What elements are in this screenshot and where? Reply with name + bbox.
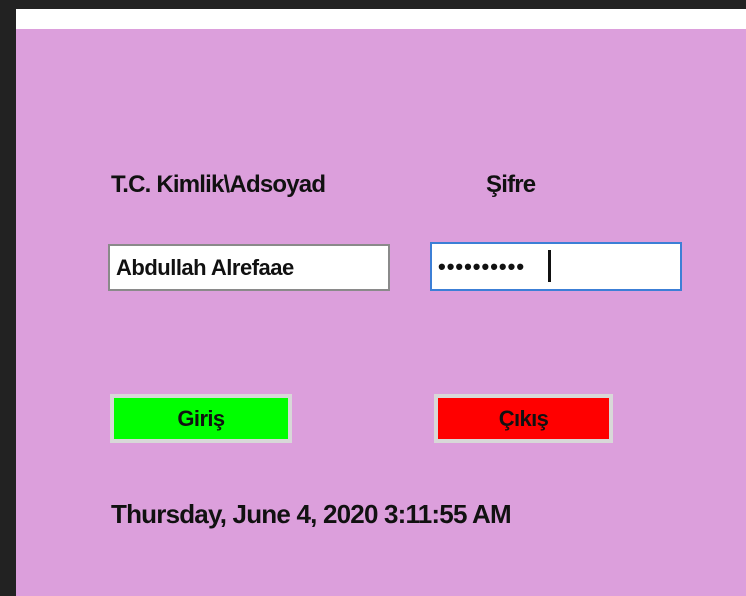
datetime-label: Thursday, June 4, 2020 3:11:55 AM [111, 499, 512, 529]
id-name-label: T.C. Kimlik\Adsoyad [111, 171, 326, 198]
login-button[interactable]: Giriş [110, 394, 292, 443]
password-input[interactable] [430, 242, 682, 291]
exit-button[interactable]: Çıkış [434, 394, 613, 443]
text-cursor [548, 250, 551, 282]
password-label: Şifre [486, 171, 536, 198]
window-title-bar [16, 9, 746, 29]
id-name-input[interactable] [108, 244, 390, 291]
login-form: T.C. Kimlik\Adsoyad Şifre Giriş Çıkış Th… [16, 29, 746, 596]
